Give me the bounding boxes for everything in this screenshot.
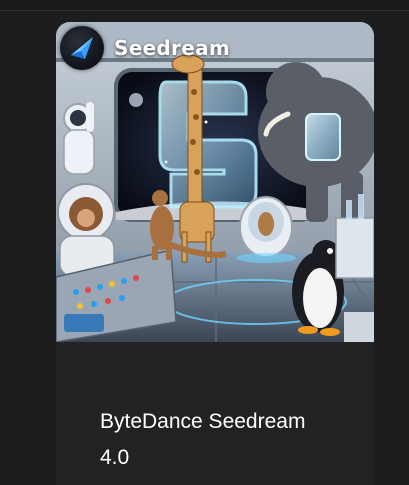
space-station-illustration [56,22,374,342]
brand-name: Seedream [114,36,231,60]
model-title[interactable]: ByteDance Seedream 4.0 [100,404,340,476]
seedream-logo-icon [60,26,104,70]
model-card[interactable]: Seedream ByteDance Seedream 4.0 [56,22,374,485]
brand-overlay: Seedream [60,26,230,70]
model-thumbnail[interactable]: Seedream [56,22,374,342]
top-divider [0,0,409,11]
